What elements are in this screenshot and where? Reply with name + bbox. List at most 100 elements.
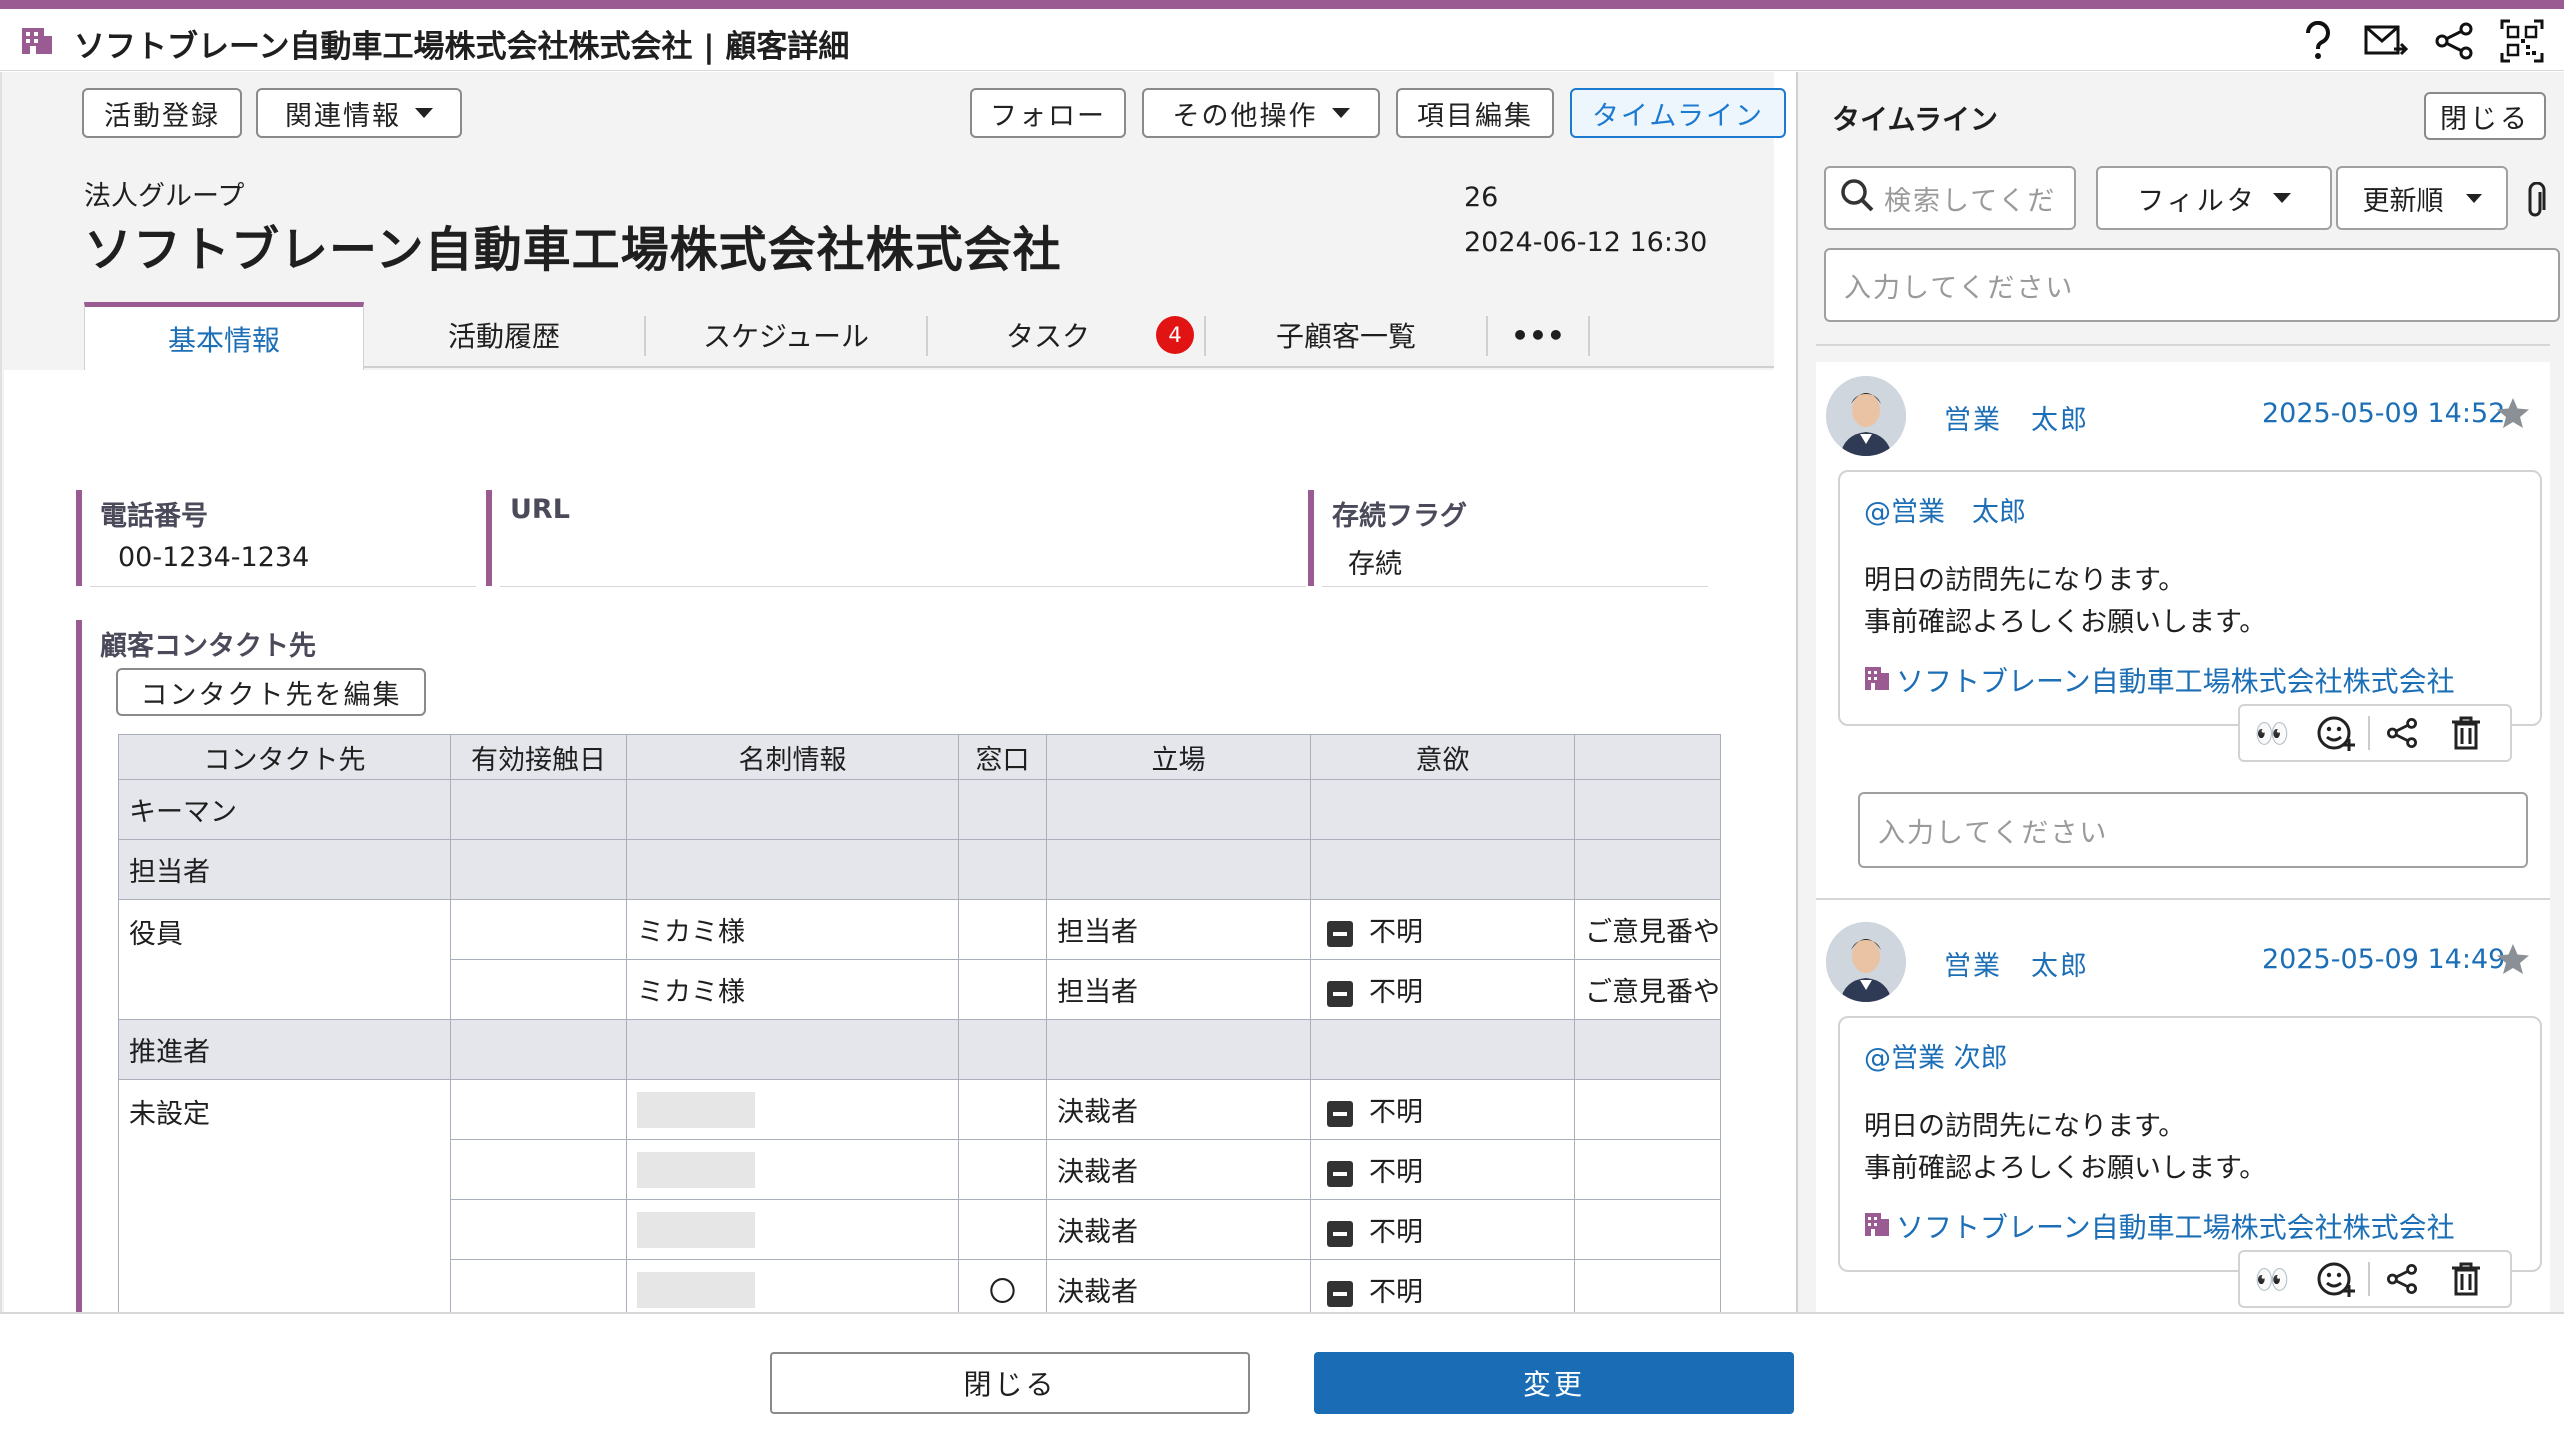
tab-child-customers[interactable]: 子顧客一覧 <box>1206 302 1486 368</box>
group-label: 法人グループ <box>84 181 245 212</box>
post-mention[interactable]: @営業 太郎 <box>1864 490 2026 529</box>
table-row[interactable]: 未設定 決裁者 不明 <box>118 1079 1721 1320</box>
phone-value: 00-1234-1234 <box>118 542 310 573</box>
customer-name: ソフトブレーン自動車工場株式会社株式会社 <box>84 222 1062 278</box>
meta-datetime: 2024-06-12 16:30 <box>1464 227 1708 258</box>
group-cell: 担当者 <box>118 839 451 900</box>
activity-register-button[interactable]: 活動登録 <box>82 88 242 138</box>
post-mention[interactable]: @営業 次郎 <box>1864 1036 2008 1075</box>
attachment-icon[interactable] <box>2524 181 2546 224</box>
edit-contacts-button[interactable]: コンタクト先を編集 <box>116 668 426 716</box>
card-info-cell[interactable] <box>626 1199 959 1260</box>
note-cell: ご意見番や <box>1574 899 1721 960</box>
motivation-cell: 不明 <box>1310 1139 1575 1200</box>
note-cell: ご意見番や <box>1574 959 1721 1020</box>
post-date: 2025-05-09 14:49 <box>2262 944 2506 975</box>
minus-square-icon <box>1327 1160 1353 1187</box>
post-message-line: 事前確認よろしくお願いします。 <box>1864 1153 2267 1184</box>
position-cell: 担当者 <box>1046 959 1311 1020</box>
star-icon[interactable] <box>2496 396 2530 434</box>
table-row[interactable]: 役員 ミカミ様 担当者 不明 ご意見番や <box>118 899 1721 1020</box>
survival-flag-field: 存続フラグ 存続 <box>1308 490 1708 590</box>
other-ops-dropdown[interactable]: その他操作 <box>1142 88 1380 138</box>
timeline-close-button[interactable]: 閉じる <box>2424 92 2546 140</box>
contacts-table: コンタクト先 有効接触日 名刺情報 窓口 立場 意欲 キーマン 担当者 役員 ミ… <box>118 734 1721 1320</box>
qr-code-icon[interactable] <box>2498 17 2546 65</box>
add-reaction-icon[interactable] <box>2304 1254 2368 1304</box>
sort-dropdown[interactable]: 更新順 <box>2336 166 2508 230</box>
post-author[interactable]: 営業 太郎 <box>1944 944 2089 983</box>
change-button[interactable]: 変更 <box>1314 1352 1794 1414</box>
tab-basic-info[interactable]: 基本情報 <box>84 302 364 370</box>
share-icon[interactable] <box>2370 1254 2434 1304</box>
tab-activity-history[interactable]: 活動履歴 <box>364 302 644 368</box>
post-message-line: 事前確認よろしくお願いします。 <box>1864 607 2267 638</box>
trash-icon[interactable] <box>2434 708 2498 758</box>
group-cell: 役員 <box>118 899 451 1020</box>
field-label: 存続フラグ <box>1332 501 1467 532</box>
more-tabs-button[interactable]: ••• <box>1488 302 1588 368</box>
post-bubble: @営業 次郎 明日の訪問先になります。 事前確認よろしくお願いします。 ソフトブ… <box>1838 1016 2542 1272</box>
window-cell: 〇 <box>958 1259 1047 1320</box>
column-header: 窓口 <box>958 734 1047 780</box>
column-header <box>1574 734 1721 780</box>
close-button[interactable]: 閉じる <box>770 1352 1250 1414</box>
card-info-cell[interactable] <box>626 1079 959 1140</box>
filter-dropdown[interactable]: フィルタ <box>2096 166 2332 230</box>
card-info-cell[interactable] <box>626 1259 959 1320</box>
card-info-cell[interactable]: ミカミ様 <box>626 959 959 1020</box>
minus-square-icon <box>1327 1280 1353 1307</box>
post-date: 2025-05-09 14:52 <box>2262 398 2506 429</box>
star-icon[interactable] <box>2496 942 2530 980</box>
search-icon <box>1840 178 1874 219</box>
task-count-badge: 4 <box>1156 316 1194 354</box>
card-placeholder <box>637 1211 755 1248</box>
tab-schedule[interactable]: スケジュール <box>646 302 926 368</box>
eyes-icon[interactable]: 👀 <box>2240 708 2304 758</box>
table-header: コンタクト先 有効接触日 名刺情報 窓口 立場 意欲 <box>118 734 1721 780</box>
related-info-dropdown[interactable]: 関連情報 <box>256 88 462 138</box>
caret-down-icon <box>2465 193 2482 203</box>
post-bubble: @営業 太郎 明日の訪問先になります。 事前確認よろしくお願いします。 ソフトブ… <box>1838 470 2542 726</box>
column-header: 名刺情報 <box>626 734 959 780</box>
timeline-post: 営業 太郎 2025-05-09 14:49 @営業 次郎 明日の訪問先になりま… <box>1816 914 2550 1312</box>
column-header: コンタクト先 <box>118 734 451 780</box>
share-icon[interactable] <box>2370 708 2434 758</box>
minus-square-icon <box>1327 1100 1353 1127</box>
motivation-cell: 不明 <box>1310 1199 1575 1260</box>
group-cell: 推進者 <box>118 1019 451 1080</box>
mail-forward-icon[interactable] <box>2362 17 2410 65</box>
timeline-post-input[interactable]: 入力してください <box>1824 248 2560 322</box>
follow-button[interactable]: フォロー <box>970 88 1126 138</box>
column-header: 有効接触日 <box>450 734 627 780</box>
card-info-cell[interactable] <box>626 1139 959 1200</box>
customer-link[interactable]: ソフトブレーン自動車工場株式会社株式会社 <box>1864 660 2455 700</box>
meta-number: 26 <box>1464 182 1499 213</box>
timeline-search-input[interactable]: 検索してくだ <box>1824 166 2076 230</box>
post-message-line: 明日の訪問先になります。 <box>1864 1111 2186 1142</box>
edit-items-button[interactable]: 項目編集 <box>1396 88 1554 138</box>
customer-link[interactable]: ソフトブレーン自動車工場株式会社株式会社 <box>1864 1206 2455 1246</box>
url-field: URL <box>486 490 1306 590</box>
timeline-button[interactable]: タイムライン <box>1570 88 1786 138</box>
divider <box>1816 344 2550 346</box>
trash-icon[interactable] <box>2434 1254 2498 1304</box>
eyes-icon[interactable]: 👀 <box>2240 1254 2304 1304</box>
column-header: 意欲 <box>1310 734 1575 780</box>
post-action-bar: 👀 <box>2238 704 2512 762</box>
phone-field: 電話番号 00-1234-1234 <box>76 490 476 590</box>
table-row: キーマン <box>118 779 1721 840</box>
share-icon[interactable] <box>2430 17 2478 65</box>
card-info-cell[interactable]: ミカミ様 <box>626 899 959 960</box>
minus-square-icon <box>1327 920 1353 947</box>
reply-input[interactable]: 入力してください <box>1858 792 2528 868</box>
card-placeholder <box>637 1091 755 1128</box>
building-icon <box>1864 663 1890 698</box>
help-icon[interactable] <box>2294 17 2342 65</box>
post-author[interactable]: 営業 太郎 <box>1944 398 2089 437</box>
avatar <box>1826 376 1906 456</box>
building-icon <box>20 24 54 60</box>
tab-task[interactable]: タスク <box>928 302 1168 368</box>
add-reaction-icon[interactable] <box>2304 708 2368 758</box>
motivation-cell: 不明 <box>1310 899 1575 960</box>
